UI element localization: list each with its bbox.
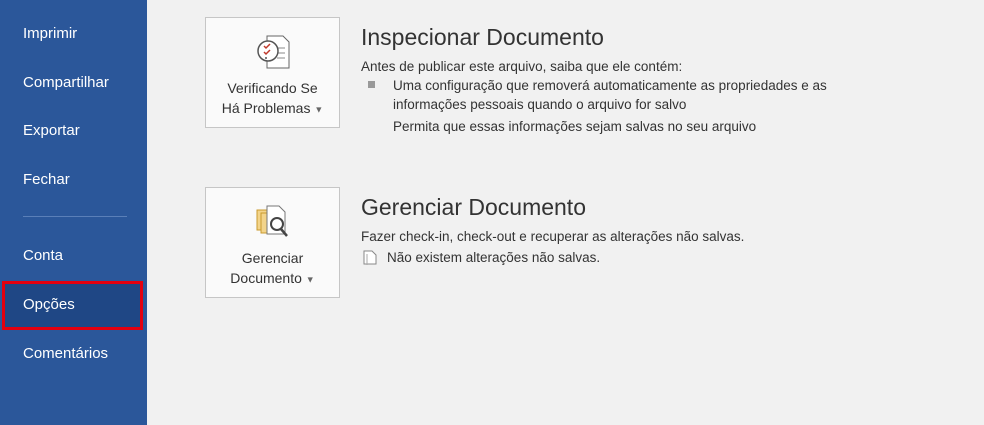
inspect-document-icon — [256, 35, 289, 69]
backstage-sidebar: Imprimir Compartilhar Exportar Fechar Co… — [0, 0, 147, 425]
nav-fechar[interactable]: Fechar — [0, 156, 147, 204]
bullet-line: informações pessoais quando o arquivo fo… — [393, 97, 687, 112]
dropdown-caret-icon: ▼ — [314, 104, 324, 115]
nav-imprimir[interactable]: Imprimir — [0, 10, 147, 58]
label-line: Há Problemas — [221, 100, 311, 116]
manage-status: Não existem alterações não salvas. — [361, 248, 744, 267]
inspect-description: Antes de publicar este arquivo, saiba qu… — [361, 59, 683, 74]
manage-document-icon — [256, 205, 288, 237]
sidebar-divider — [23, 216, 127, 217]
label-line: Gerenciar — [241, 250, 304, 266]
bullet-icon — [368, 81, 375, 88]
inspect-section: Inspecionar Documento Antes de publicar … — [361, 24, 827, 136]
bullet-line: Uma configuração que removerá automatica… — [393, 78, 827, 93]
check-issues-label: Verificando Se Há Problemas ▼ — [206, 78, 339, 119]
document-icon — [363, 250, 377, 265]
manage-description: Fazer check-in, check-out e recuperar as… — [361, 229, 745, 244]
nav-comentarios[interactable]: Comentários — [0, 330, 147, 378]
nav-compartilhar[interactable]: Compartilhar — [0, 59, 147, 107]
nav-exportar[interactable]: Exportar — [0, 107, 147, 155]
manage-title: Gerenciar Documento — [361, 194, 586, 220]
nav-conta[interactable]: Conta — [0, 232, 147, 280]
status-text: Não existem alterações não salvas. — [387, 250, 601, 265]
manage-document-label: Gerenciar Documento ▼ — [206, 248, 339, 289]
label-line: Documento — [230, 270, 302, 286]
manage-document-button[interactable]: Gerenciar Documento ▼ — [205, 187, 340, 298]
check-issues-button[interactable]: Verificando Se Há Problemas ▼ — [205, 17, 340, 128]
inspect-title: Inspecionar Documento — [361, 24, 604, 50]
allow-save-info-link[interactable]: Permita que essas informações sejam salv… — [361, 117, 827, 136]
inspect-bullet: Uma configuração que removerá automatica… — [361, 76, 827, 114]
dropdown-caret-icon: ▼ — [305, 274, 315, 285]
manage-section: Gerenciar Documento Fazer check-in, chec… — [361, 194, 744, 267]
label-line: Verificando Se — [227, 80, 318, 96]
nav-opcoes[interactable]: Opções — [2, 281, 143, 330]
